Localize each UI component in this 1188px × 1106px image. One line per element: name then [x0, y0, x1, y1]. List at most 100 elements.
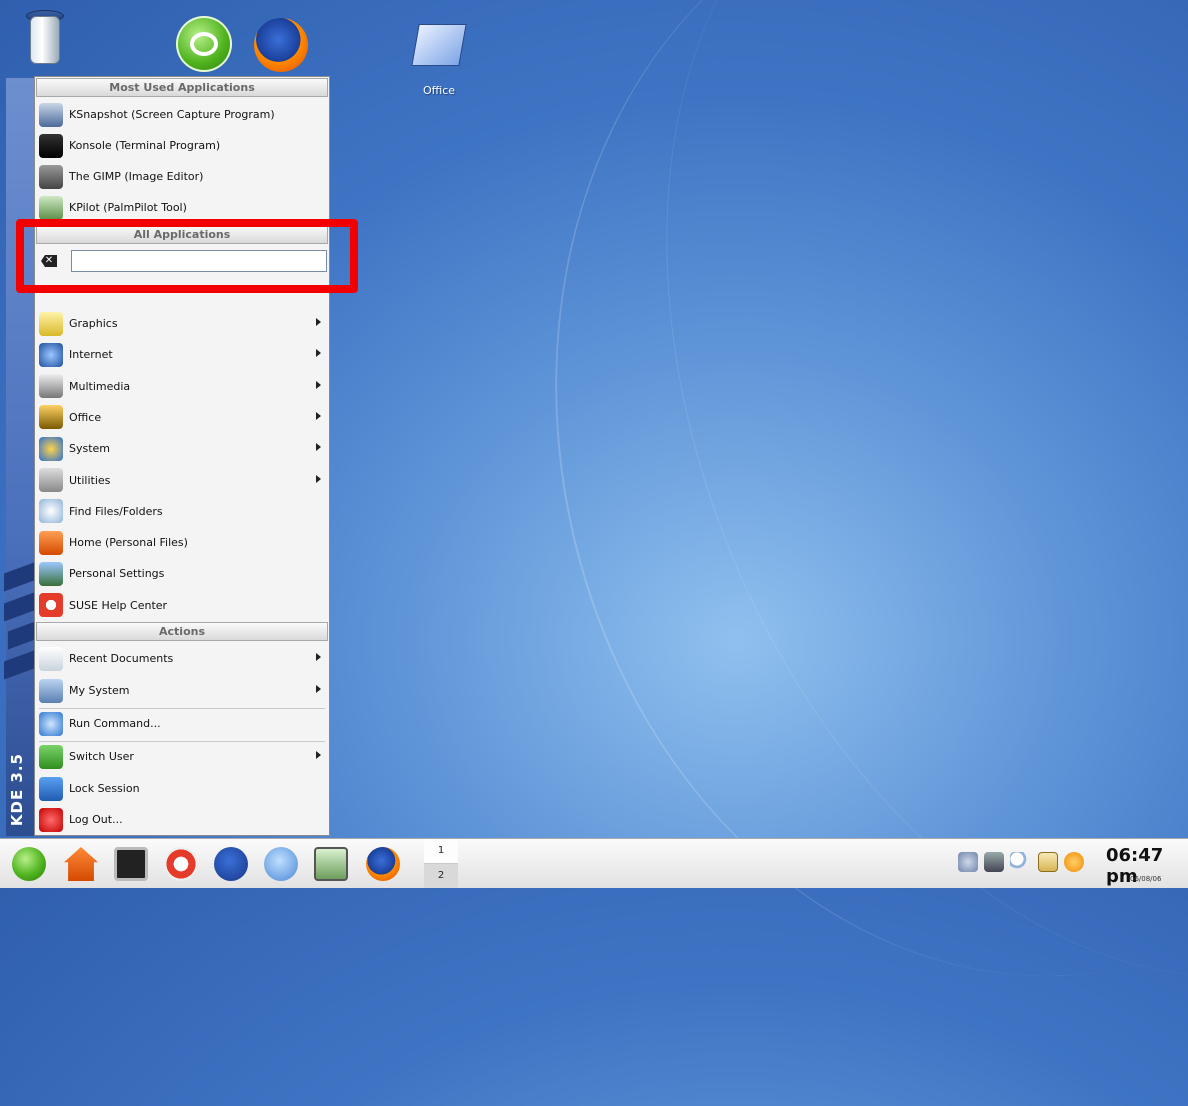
menu-item[interactable]: Recent Documents — [35, 643, 329, 674]
switch-user-icon — [39, 744, 63, 769]
settings-icon — [39, 561, 63, 586]
multimedia-icon — [39, 374, 63, 399]
utilities-icon — [39, 468, 63, 492]
menu-item[interactable]: Multimedia — [35, 371, 329, 402]
desktop-pager: 1 2 — [424, 839, 458, 888]
system-icon — [39, 436, 63, 461]
kmenu-button-icon[interactable] — [12, 847, 46, 881]
network-tray-icon[interactable] — [984, 852, 1004, 872]
camera-icon — [39, 102, 63, 127]
section-header-most-used: Most Used Applications — [36, 78, 328, 97]
home-icon — [39, 530, 63, 555]
menu-item[interactable]: Internet — [35, 339, 329, 370]
graphics-icon — [39, 311, 63, 336]
menu-item-label: Office — [69, 410, 102, 424]
submenu-arrow-icon — [316, 411, 321, 420]
menu-item-label: Graphics — [69, 317, 118, 330]
menu-item-label: Utilities — [69, 473, 111, 487]
firefox-desktop-icon[interactable] — [254, 18, 308, 72]
date: 06/08/06 — [1130, 875, 1162, 883]
menu-item-label: Run Command... — [69, 717, 161, 730]
suse-desktop-icon[interactable] — [176, 16, 232, 72]
menu-item[interactable]: Personal Settings — [35, 558, 329, 589]
kde-version-label: KDE 3.5 — [8, 752, 26, 826]
menu-item[interactable]: Switch User — [35, 741, 329, 772]
home-icon[interactable] — [64, 847, 98, 881]
search-highlight-box — [16, 219, 358, 293]
updater-icon[interactable] — [1064, 852, 1084, 872]
menu-item[interactable]: The GIMP (Image Editor) — [35, 161, 329, 192]
globe-icon — [39, 342, 63, 367]
help-icon — [39, 593, 63, 618]
menu-item-label: Find Files/Folders — [69, 504, 163, 518]
kpilot-icon[interactable] — [314, 847, 348, 881]
network-icon[interactable] — [264, 847, 298, 881]
firefox-icon[interactable] — [366, 847, 400, 881]
submenu-arrow-icon — [316, 685, 321, 693]
menu-item-label: Log Out... — [69, 813, 123, 826]
menu-item-label: Switch User — [69, 750, 134, 763]
menu-item[interactable]: System — [35, 433, 329, 464]
submenu-arrow-icon — [316, 751, 321, 759]
logout-icon — [39, 807, 63, 832]
terminal-icon[interactable] — [114, 847, 148, 881]
menu-item-label: SUSE Help Center — [69, 598, 168, 612]
submenu-arrow-icon — [316, 349, 321, 358]
menu-item[interactable]: Run Command... — [35, 708, 329, 739]
submenu-arrow-icon — [316, 443, 321, 452]
kde-start-menu: Most Used Applications KSnapshot (Screen… — [34, 76, 330, 836]
office-desktop-label: Office — [422, 84, 456, 97]
pager-desktop-1[interactable]: 1 — [424, 839, 458, 864]
submenu-arrow-icon — [316, 653, 321, 661]
submenu-arrow-icon — [316, 318, 321, 326]
taskbar: 1 2 06:47 pm 06/08/06 — [0, 838, 1188, 888]
menu-item[interactable]: KSnapshot (Screen Capture Program) — [35, 99, 329, 130]
kde-menu-sidebar: KDE 3.5 — [4, 78, 38, 836]
menu-item[interactable]: Office — [35, 402, 329, 433]
submenu-arrow-icon — [316, 474, 321, 483]
gimp-icon — [39, 164, 63, 189]
menu-divider — [39, 708, 325, 709]
menu-item-label: KSnapshot (Screen Capture Program) — [69, 108, 275, 121]
office-desktop-shortcut[interactable]: Office — [404, 24, 474, 97]
computer-icon — [39, 678, 63, 703]
documents-icon — [39, 646, 63, 671]
submenu-arrow-icon — [316, 380, 321, 389]
menu-item[interactable]: Find Files/Folders — [35, 496, 329, 527]
menu-item[interactable]: Log Out... — [35, 804, 329, 835]
palm-icon — [39, 195, 63, 220]
menu-item-label: System — [69, 442, 111, 456]
menu-item-label: Home (Personal Files) — [69, 536, 188, 550]
office-icon — [39, 405, 63, 430]
menu-divider — [39, 741, 325, 742]
menu-item[interactable]: My System — [35, 675, 329, 706]
volume-icon[interactable] — [958, 852, 978, 872]
menu-item-label: Lock Session — [69, 782, 140, 795]
menu-item[interactable]: SUSE Help Center — [35, 590, 329, 621]
menu-item[interactable]: Utilities — [35, 465, 329, 496]
openoffice-icon — [411, 24, 467, 66]
search-tray-icon[interactable] — [1010, 852, 1030, 872]
menu-item[interactable]: Lock Session — [35, 773, 329, 804]
menu-item[interactable]: Home (Personal Files) — [35, 527, 329, 558]
section-header-actions: Actions — [36, 622, 328, 641]
menu-item-label: Internet — [69, 348, 113, 362]
menu-item[interactable]: Konsole (Terminal Program) — [35, 130, 329, 161]
browser-icon[interactable] — [214, 847, 248, 881]
trash-icon[interactable] — [18, 6, 70, 70]
menu-item[interactable]: Graphics — [35, 308, 329, 339]
menu-item-label: Personal Settings — [69, 567, 165, 581]
menu-item-label: Recent Documents — [69, 652, 174, 665]
menu-item-label: My System — [69, 684, 130, 697]
find-icon — [39, 499, 63, 524]
help-icon[interactable] — [164, 847, 198, 881]
lock-icon — [39, 776, 63, 801]
terminal-icon — [39, 133, 63, 158]
menu-item-label: KPilot (PalmPilot Tool) — [69, 201, 187, 214]
menu-item-label: Multimedia — [69, 379, 131, 393]
menu-item-label: Konsole (Terminal Program) — [69, 139, 221, 152]
menu-item-label: The GIMP (Image Editor) — [69, 170, 204, 183]
klipper-icon[interactable] — [1038, 852, 1058, 872]
run-icon — [39, 711, 63, 736]
pager-desktop-2[interactable]: 2 — [424, 864, 458, 888]
